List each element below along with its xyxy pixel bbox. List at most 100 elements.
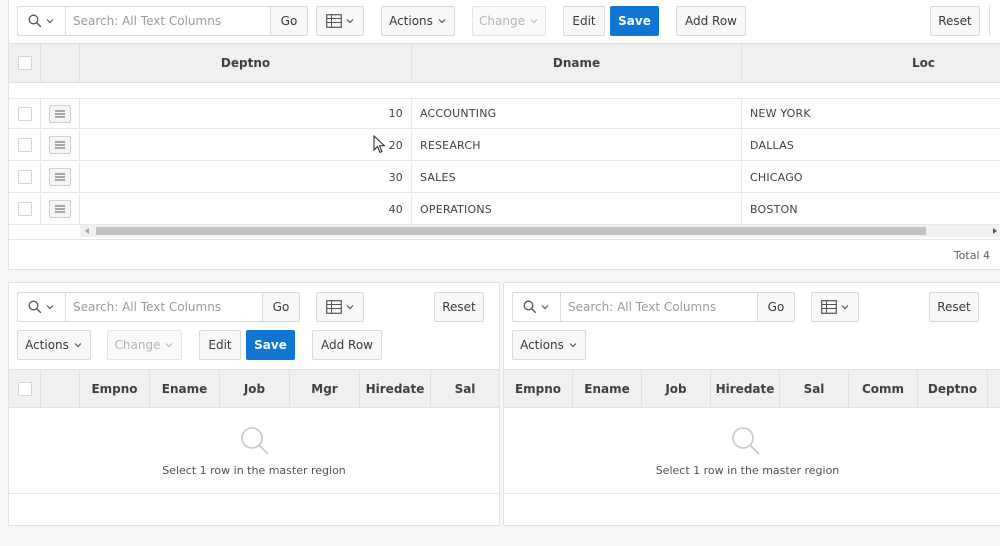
master-search-input[interactable] bbox=[67, 7, 267, 35]
horizontal-scrollbar[interactable] bbox=[80, 225, 1000, 237]
actions-label: Actions bbox=[25, 338, 69, 352]
row-actions-button[interactable] bbox=[49, 104, 71, 123]
master-add-row-button[interactable]: Add Row bbox=[676, 6, 746, 36]
detail-search-input[interactable] bbox=[67, 293, 262, 321]
detail-go-button[interactable]: Go bbox=[262, 292, 300, 322]
table-row[interactable]: 20 RESEARCH DALLAS bbox=[9, 130, 1000, 161]
row-actions-button[interactable] bbox=[49, 200, 71, 218]
column-header-deptno[interactable]: Deptno bbox=[80, 44, 412, 82]
empty-grid-message: Select 1 row in the master region bbox=[655, 464, 840, 477]
detail2-search-column-menu[interactable] bbox=[513, 293, 561, 321]
cell-loc[interactable]: NEW YORK bbox=[742, 99, 1000, 128]
detail2-reset-button[interactable]: Reset bbox=[929, 292, 979, 322]
column-header-comm[interactable]: Comm bbox=[849, 370, 918, 407]
row-menu-header bbox=[41, 44, 80, 82]
cell-dname[interactable]: SALES bbox=[412, 162, 742, 192]
row-select-cell bbox=[9, 194, 41, 224]
chevron-down-icon bbox=[46, 19, 54, 24]
scrollbar-thumb[interactable] bbox=[96, 227, 926, 235]
detail-change-button[interactable]: Change bbox=[107, 330, 182, 360]
detail2-go-button[interactable]: Go bbox=[757, 292, 795, 322]
column-header-empno[interactable]: Empno bbox=[80, 370, 150, 407]
master-reset-button[interactable]: Reset bbox=[930, 6, 980, 36]
column-header-hiredate[interactable]: Hiredate bbox=[360, 370, 431, 407]
scroll-left-icon[interactable] bbox=[84, 228, 90, 234]
row-actions-icon bbox=[55, 173, 65, 181]
master-view-menu-button[interactable] bbox=[316, 6, 364, 36]
detail-save-button[interactable]: Save bbox=[246, 330, 295, 360]
column-header-loc[interactable]: Loc bbox=[742, 44, 1000, 82]
table-row[interactable]: 40 OPERATIONS BOSTON bbox=[9, 194, 1000, 225]
chevron-down-icon bbox=[541, 305, 549, 310]
column-header-dname[interactable]: Dname bbox=[412, 44, 742, 82]
row-checkbox[interactable] bbox=[17, 170, 32, 184]
footer-divider bbox=[9, 493, 499, 494]
row-checkbox[interactable] bbox=[17, 202, 32, 216]
detail-search-column-menu[interactable] bbox=[18, 293, 66, 321]
row-checkbox[interactable] bbox=[17, 138, 32, 152]
cell-dname[interactable]: ACCOUNTING bbox=[412, 99, 742, 128]
cell-deptno[interactable]: 10 bbox=[80, 99, 412, 128]
row-total: Total 4 bbox=[953, 249, 990, 262]
master-actions-button[interactable]: Actions bbox=[381, 6, 455, 36]
column-header-sal[interactable]: Sal bbox=[780, 370, 849, 407]
detail-region-emp: Go Reset Actions Change Edit Save Add Ro… bbox=[8, 282, 500, 526]
detail-search-box: Go bbox=[17, 292, 300, 322]
cell-deptno[interactable]: 30 bbox=[80, 162, 412, 192]
cell-dname[interactable]: OPERATIONS bbox=[412, 194, 742, 224]
column-header-ename[interactable]: Ename bbox=[150, 370, 220, 407]
master-edit-button[interactable]: Edit bbox=[563, 6, 605, 36]
empty-search-icon bbox=[241, 427, 269, 455]
search-icon bbox=[28, 300, 42, 314]
column-header-ename[interactable]: Ename bbox=[573, 370, 642, 407]
column-header-empno[interactable]: Empno bbox=[504, 370, 573, 407]
cell-loc[interactable]: CHICAGO bbox=[742, 162, 1000, 192]
row-checkbox[interactable] bbox=[17, 106, 32, 121]
change-label: Change bbox=[114, 338, 161, 352]
cell-deptno[interactable]: 20 bbox=[80, 130, 412, 160]
column-header-hiredate[interactable]: Hiredate bbox=[711, 370, 780, 407]
footer-divider bbox=[504, 493, 1000, 494]
detail-reset-button[interactable]: Reset bbox=[434, 292, 484, 322]
row-menu-cell bbox=[41, 162, 80, 192]
table-row[interactable]: 10 ACCOUNTING NEW YORK bbox=[9, 98, 1000, 129]
detail-add-row-button[interactable]: Add Row bbox=[312, 330, 382, 360]
master-go-button[interactable]: Go bbox=[270, 6, 308, 36]
detail-grid-header: Empno Ename Job Mgr Hiredate Sal bbox=[9, 369, 499, 408]
column-header-sal[interactable]: Sal bbox=[431, 370, 499, 407]
scroll-right-icon[interactable] bbox=[992, 228, 998, 234]
cell-loc[interactable]: BOSTON bbox=[742, 194, 1000, 224]
cell-dname[interactable]: RESEARCH bbox=[412, 130, 742, 160]
detail-actions-button[interactable]: Actions bbox=[17, 330, 91, 360]
cell-deptno[interactable]: 40 bbox=[80, 194, 412, 224]
search-icon bbox=[523, 300, 537, 314]
column-header-mgr[interactable]: Mgr bbox=[290, 370, 360, 407]
cell-loc[interactable]: DALLAS bbox=[742, 130, 1000, 160]
master-change-button[interactable]: Change bbox=[472, 6, 546, 36]
row-actions-button[interactable] bbox=[49, 168, 71, 186]
row-menu-header bbox=[41, 370, 80, 407]
master-save-button[interactable]: Save bbox=[610, 6, 659, 36]
select-all-checkbox[interactable] bbox=[17, 56, 32, 70]
table-row[interactable]: 30 SALES CHICAGO bbox=[9, 162, 1000, 193]
detail-edit-button[interactable]: Edit bbox=[199, 330, 241, 360]
detail2-view-menu-button[interactable] bbox=[811, 292, 859, 322]
row-actions-icon bbox=[55, 141, 65, 149]
row-actions-button[interactable] bbox=[49, 136, 71, 154]
row-select-cell bbox=[9, 162, 41, 192]
select-all-checkbox[interactable] bbox=[17, 381, 32, 396]
master-region: Go Actions Change Edit Save Add Row Rese… bbox=[8, 0, 1000, 270]
detail2-grid-header: Empno Ename Job Hiredate Sal Comm Deptno bbox=[504, 369, 1000, 408]
detail2-actions-button[interactable]: Actions bbox=[512, 330, 586, 360]
row-menu-cell bbox=[41, 99, 80, 128]
row-menu-cell bbox=[41, 130, 80, 160]
column-header-job[interactable]: Job bbox=[642, 370, 711, 407]
actions-label: Actions bbox=[389, 14, 433, 28]
column-header-job[interactable]: Job bbox=[220, 370, 290, 407]
column-header-deptno[interactable]: Deptno bbox=[918, 370, 988, 407]
master-search-column-menu[interactable] bbox=[18, 7, 66, 35]
grid-view-icon bbox=[820, 300, 837, 314]
detail2-search-box: Go bbox=[512, 292, 795, 322]
detail2-search-input[interactable] bbox=[562, 293, 757, 321]
detail-view-menu-button[interactable] bbox=[316, 292, 364, 322]
